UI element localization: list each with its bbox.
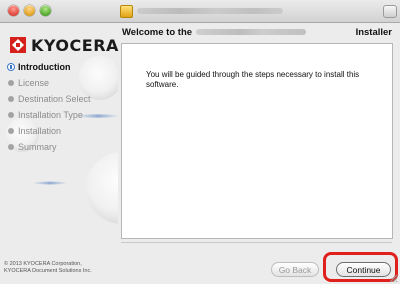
step-destination-select: Destination Select <box>8 91 91 107</box>
resize-grip-icon[interactable] <box>388 273 398 283</box>
step-installation: Installation <box>8 123 91 139</box>
step-bullet-icon <box>8 80 14 86</box>
step-introduction: Introduction <box>7 59 91 75</box>
title-bar[interactable] <box>0 0 400 23</box>
logo-text: KYOCERA <box>31 36 119 55</box>
sidebar: KYOCERA Introduction License Destination… <box>0 23 118 284</box>
kyocera-logo-mark-icon <box>10 37 26 53</box>
step-bullet-icon <box>8 144 14 150</box>
zoom-button[interactable] <box>40 5 51 16</box>
toolbar-toggle-button[interactable] <box>383 5 397 18</box>
page-title: Welcome to the Installer <box>122 27 392 38</box>
step-list: Introduction License Destination Select … <box>7 59 91 155</box>
intro-text: You will be guided through the steps nec… <box>146 70 360 89</box>
go-back-button[interactable]: Go Back <box>271 262 319 277</box>
content-pane: You will be guided through the steps nec… <box>121 43 393 239</box>
window-title-redacted <box>137 8 283 14</box>
product-name-redacted <box>196 29 307 36</box>
step-indicator-icon <box>7 63 15 71</box>
step-bullet-icon <box>8 128 14 134</box>
step-license: License <box>8 75 91 91</box>
copyright-text: © 2013 KYOCERA Corporation, KYOCERA Docu… <box>4 261 92 274</box>
footer-divider <box>121 242 392 243</box>
minimize-button[interactable] <box>24 5 35 16</box>
step-bullet-icon <box>8 112 14 118</box>
close-button[interactable] <box>8 5 19 16</box>
package-icon <box>120 5 133 18</box>
step-summary: Summary <box>8 139 91 155</box>
installer-window: KYOCERA Introduction License Destination… <box>0 0 400 284</box>
step-installation-type: Installation Type <box>8 107 91 123</box>
continue-highlight-frame <box>323 252 398 282</box>
step-bullet-icon <box>8 96 14 102</box>
